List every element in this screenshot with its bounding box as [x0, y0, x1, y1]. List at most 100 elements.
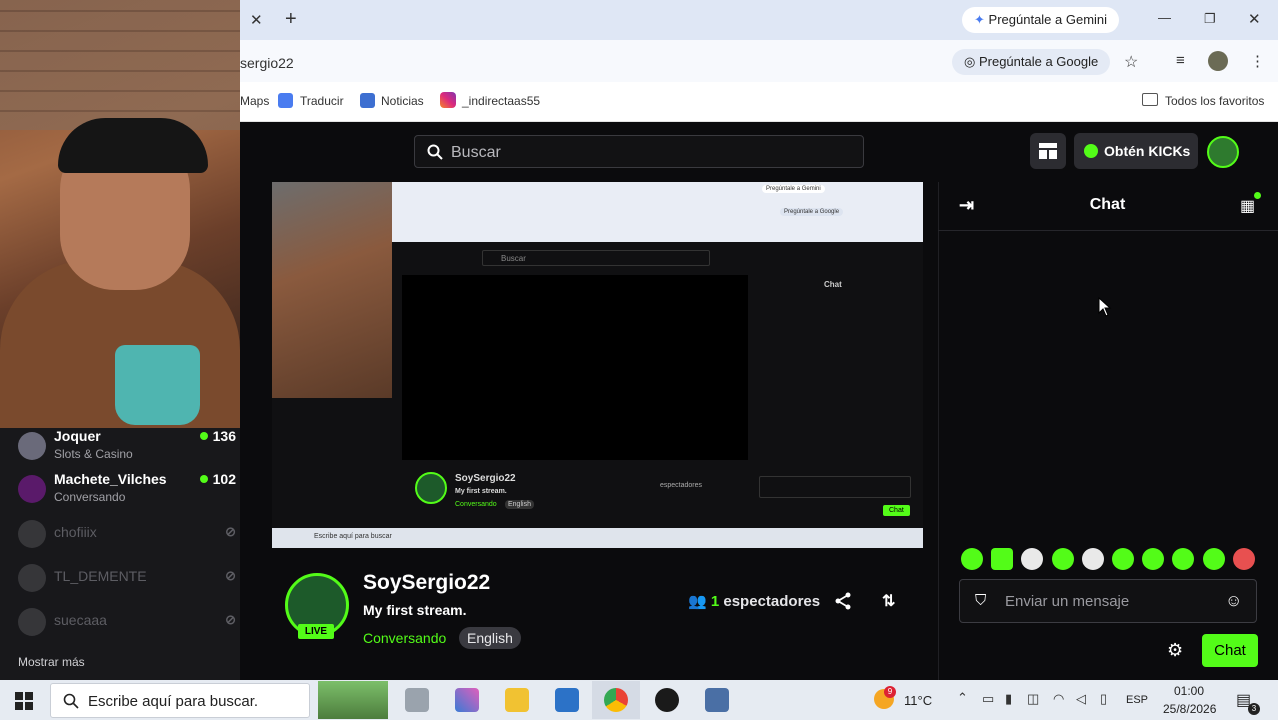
- browser-tab-bar: ✕ + ✦ Pregúntale a Gemini — ❐ ✕: [240, 0, 1278, 40]
- search-icon: [427, 144, 443, 160]
- webcam-overlay: [0, 0, 240, 428]
- nested-webcam: [272, 182, 392, 398]
- volume-icon[interactable]: ◁: [1076, 691, 1086, 707]
- nested-avatar: [415, 472, 447, 504]
- taskbar-search-highlight: [318, 681, 388, 719]
- viewer-count: 👥 1 espectadores: [688, 593, 821, 610]
- emote-icon[interactable]: [1082, 548, 1104, 570]
- sidebar-channel-machete[interactable]: Machete_Vilches Conversando 102: [18, 471, 236, 511]
- chat-title: Chat: [1089, 196, 1126, 213]
- show-more-link[interactable]: Mostrar más: [18, 655, 85, 669]
- taskbar-search-placeholder: Escribe aquí para buscar.: [88, 693, 259, 710]
- nested-video: [402, 275, 748, 460]
- all-bookmarks[interactable]: Todos los favoritos: [1165, 94, 1264, 108]
- wifi-icon[interactable]: ◠: [1053, 691, 1064, 707]
- emoji-icon[interactable]: ☺: [1225, 591, 1242, 611]
- user-avatar[interactable]: [1207, 136, 1239, 168]
- taskbar-search[interactable]: Escribe aquí para buscar.: [50, 683, 310, 718]
- offline-icon: ⊘: [225, 568, 236, 583]
- chat-settings-gear-icon[interactable]: ⚙: [1167, 640, 1183, 661]
- obs-icon[interactable]: [655, 688, 679, 712]
- new-tab-button[interactable]: +: [285, 8, 297, 31]
- stream-settings-icon[interactable]: ⇅: [882, 591, 895, 611]
- offline-icon: ⊘: [225, 612, 236, 627]
- clock-time[interactable]: 01:00: [1174, 684, 1204, 698]
- search-icon: [63, 693, 79, 709]
- emote-icon[interactable]: [1172, 548, 1194, 570]
- chat-send-button[interactable]: Chat: [1202, 634, 1258, 667]
- get-kicks-button[interactable]: Obtén KICKs: [1074, 133, 1198, 169]
- stream-category[interactable]: Conversando: [363, 630, 446, 646]
- menu-dots-icon[interactable]: ⋮: [1250, 52, 1265, 70]
- sidebar-channel-joquer[interactable]: Joquer Slots & Casino 136: [18, 428, 236, 468]
- task-view-icon[interactable]: [405, 688, 429, 712]
- clock-date[interactable]: 25/8/2026: [1163, 702, 1216, 716]
- emote-icon[interactable]: [1112, 548, 1134, 570]
- chat-message-input[interactable]: ⛉ Enviar un mensaje ☺: [959, 579, 1257, 623]
- bookmark-star-icon[interactable]: ☆: [1124, 52, 1138, 72]
- restore-icon[interactable]: ❐: [1204, 11, 1216, 27]
- chrome-icon[interactable]: [604, 688, 628, 712]
- live-dot-icon: [199, 475, 208, 483]
- sidebar-channel-suecaaa[interactable]: suecaaa ⊘: [18, 604, 236, 644]
- emote-icon[interactable]: [1052, 548, 1074, 570]
- nested-viewers: espectadores: [660, 482, 703, 489]
- sidebar-channel-tl-demente[interactable]: TL_DEMENTE ⊘: [18, 560, 236, 600]
- nested-browser-chrome: Pregúntale a Gemini Pregúntale a Google: [392, 182, 923, 242]
- chat-users-icon[interactable]: ▦: [1240, 196, 1255, 216]
- bookmark-traducir[interactable]: Traducir: [300, 94, 344, 108]
- url-text[interactable]: sergio22: [240, 55, 294, 71]
- chat-divider: [938, 230, 1278, 231]
- address-bar: sergio22 ◎ Pregúntale a Google ☆ ≡ ⋮: [240, 40, 1278, 82]
- channel-avatar: [18, 475, 46, 503]
- tray-device-icon[interactable]: ▭: [982, 691, 994, 707]
- channel-name: chofiiix: [54, 524, 97, 540]
- tray-chevron-icon[interactable]: ⌃: [957, 690, 968, 706]
- share-icon[interactable]: [834, 592, 852, 610]
- channel-name: Joquer: [54, 428, 101, 444]
- nested-send: Chat: [883, 505, 910, 516]
- minimize-icon[interactable]: —: [1158, 10, 1171, 25]
- google-lens-label: Pregúntale a Google: [978, 54, 1099, 69]
- channel-avatar: [18, 432, 46, 460]
- stream-title: My first stream.: [363, 602, 467, 618]
- google-lens-button[interactable]: ◎ Pregúntale a Google: [952, 49, 1111, 75]
- profile-avatar[interactable]: [1208, 51, 1228, 71]
- gemini-button[interactable]: ✦ Pregúntale a Gemini: [962, 7, 1120, 33]
- close-window-icon[interactable]: ✕: [1248, 10, 1261, 28]
- remote-app-icon[interactable]: [705, 688, 729, 712]
- emote-icon[interactable]: [991, 548, 1013, 570]
- windows-start-icon[interactable]: [15, 692, 33, 710]
- channel-name[interactable]: SoySergio22: [363, 571, 490, 595]
- search-input[interactable]: Buscar: [414, 135, 864, 168]
- instagram-icon: [440, 92, 456, 108]
- gemini-icon: ✦: [974, 12, 985, 27]
- emote-icon[interactable]: [1142, 548, 1164, 570]
- file-explorer-icon[interactable]: [505, 688, 529, 712]
- emote-icon[interactable]: [1203, 548, 1225, 570]
- close-tab-icon[interactable]: ✕: [250, 11, 263, 29]
- nested-gemini: Pregúntale a Gemini: [762, 185, 825, 193]
- browse-icon: [1039, 143, 1057, 159]
- emote-icon[interactable]: [1233, 548, 1255, 570]
- browse-button[interactable]: [1030, 133, 1066, 169]
- bookmark-noticias[interactable]: Noticias: [381, 94, 424, 108]
- media-control-icon[interactable]: ≡: [1176, 52, 1185, 69]
- usb-icon[interactable]: ▮: [1005, 691, 1012, 707]
- bookmark-maps[interactable]: Maps: [240, 94, 269, 108]
- lens-icon: ◎: [964, 54, 976, 69]
- bookmark-instagram[interactable]: _indirectaas55: [462, 94, 540, 108]
- collapse-chat-icon[interactable]: ⇥: [959, 195, 974, 216]
- network-icon[interactable]: ◫: [1027, 691, 1039, 707]
- nested-name: SoySergio22: [455, 473, 516, 484]
- live-dot-icon: [199, 432, 208, 440]
- copilot-icon[interactable]: [455, 688, 479, 712]
- input-language[interactable]: ESP: [1126, 694, 1148, 706]
- outlook-icon[interactable]: [555, 688, 579, 712]
- emote-icon[interactable]: [961, 548, 983, 570]
- emote-icon[interactable]: [1021, 548, 1043, 570]
- battery-icon[interactable]: ▯: [1100, 691, 1107, 707]
- weather-text[interactable]: 11°C: [904, 693, 932, 708]
- language-tag[interactable]: English: [459, 627, 521, 649]
- sidebar-channel-chofiiix[interactable]: chofiiix ⊘: [18, 516, 236, 556]
